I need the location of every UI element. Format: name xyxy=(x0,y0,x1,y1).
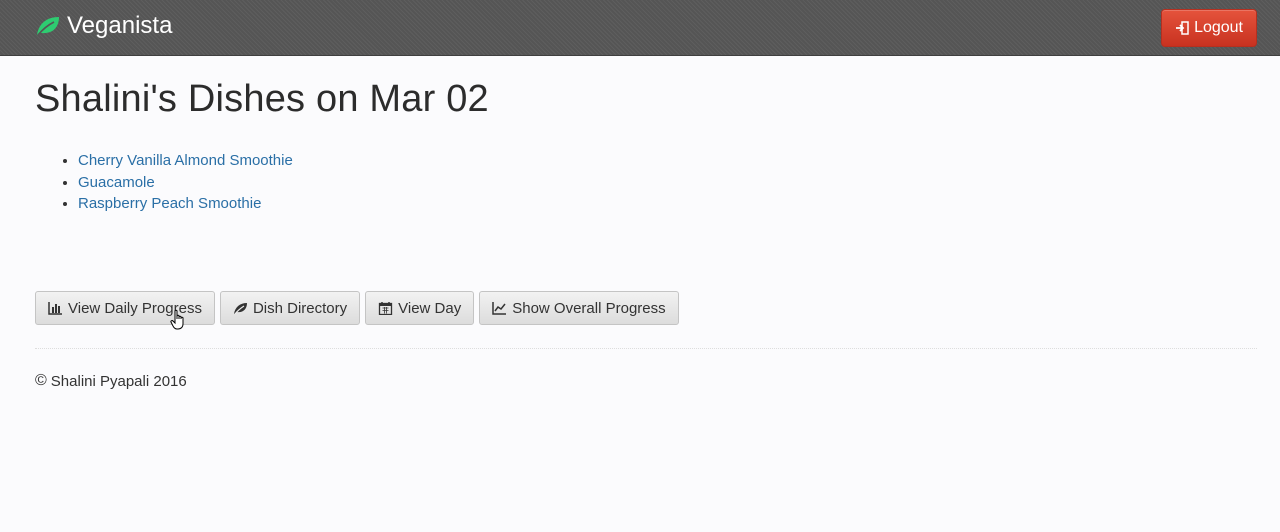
copyright-icon: © xyxy=(35,372,47,389)
list-item: Guacamole xyxy=(78,172,293,194)
page-title: Shalini's Dishes on Mar 02 xyxy=(35,78,489,120)
button-label: Show Overall Progress xyxy=(512,299,666,317)
logout-button[interactable]: Logout xyxy=(1161,9,1257,47)
calendar-icon xyxy=(378,302,393,315)
dish-link[interactable]: Guacamole xyxy=(78,174,155,191)
show-overall-progress-button[interactable]: Show Overall Progress xyxy=(479,291,679,325)
action-buttons: View Daily Progress Dish Directory View … xyxy=(35,291,679,325)
dish-link[interactable]: Cherry Vanilla Almond Smoothie xyxy=(78,152,293,169)
dish-directory-button[interactable]: Dish Directory xyxy=(219,291,361,325)
navbar: Veganista Logout xyxy=(0,0,1280,56)
leaf-icon xyxy=(233,303,247,315)
list-item: Cherry Vanilla Almond Smoothie xyxy=(78,150,293,172)
button-label: View Day xyxy=(398,299,462,317)
leaf-icon xyxy=(37,17,59,36)
view-day-button[interactable]: View Day xyxy=(365,291,475,325)
dish-list: Cherry Vanilla Almond Smoothie Guacamole… xyxy=(35,150,293,215)
list-item: Raspberry Peach Smoothie xyxy=(78,193,293,215)
divider xyxy=(35,348,1257,349)
bar-chart-icon xyxy=(48,302,62,315)
dish-link[interactable]: Raspberry Peach Smoothie xyxy=(78,195,261,212)
hand-cursor-icon xyxy=(170,309,184,330)
logout-icon xyxy=(1176,21,1189,35)
footer-text: Shalini Pyapali 2016 xyxy=(50,372,187,390)
footer: © Shalini Pyapali 2016 xyxy=(35,372,187,390)
line-chart-icon xyxy=(492,302,507,315)
logout-label: Logout xyxy=(1194,19,1243,36)
brand[interactable]: Veganista xyxy=(35,11,172,41)
brand-name: Veganista xyxy=(67,12,173,39)
button-label: Dish Directory xyxy=(252,299,348,317)
